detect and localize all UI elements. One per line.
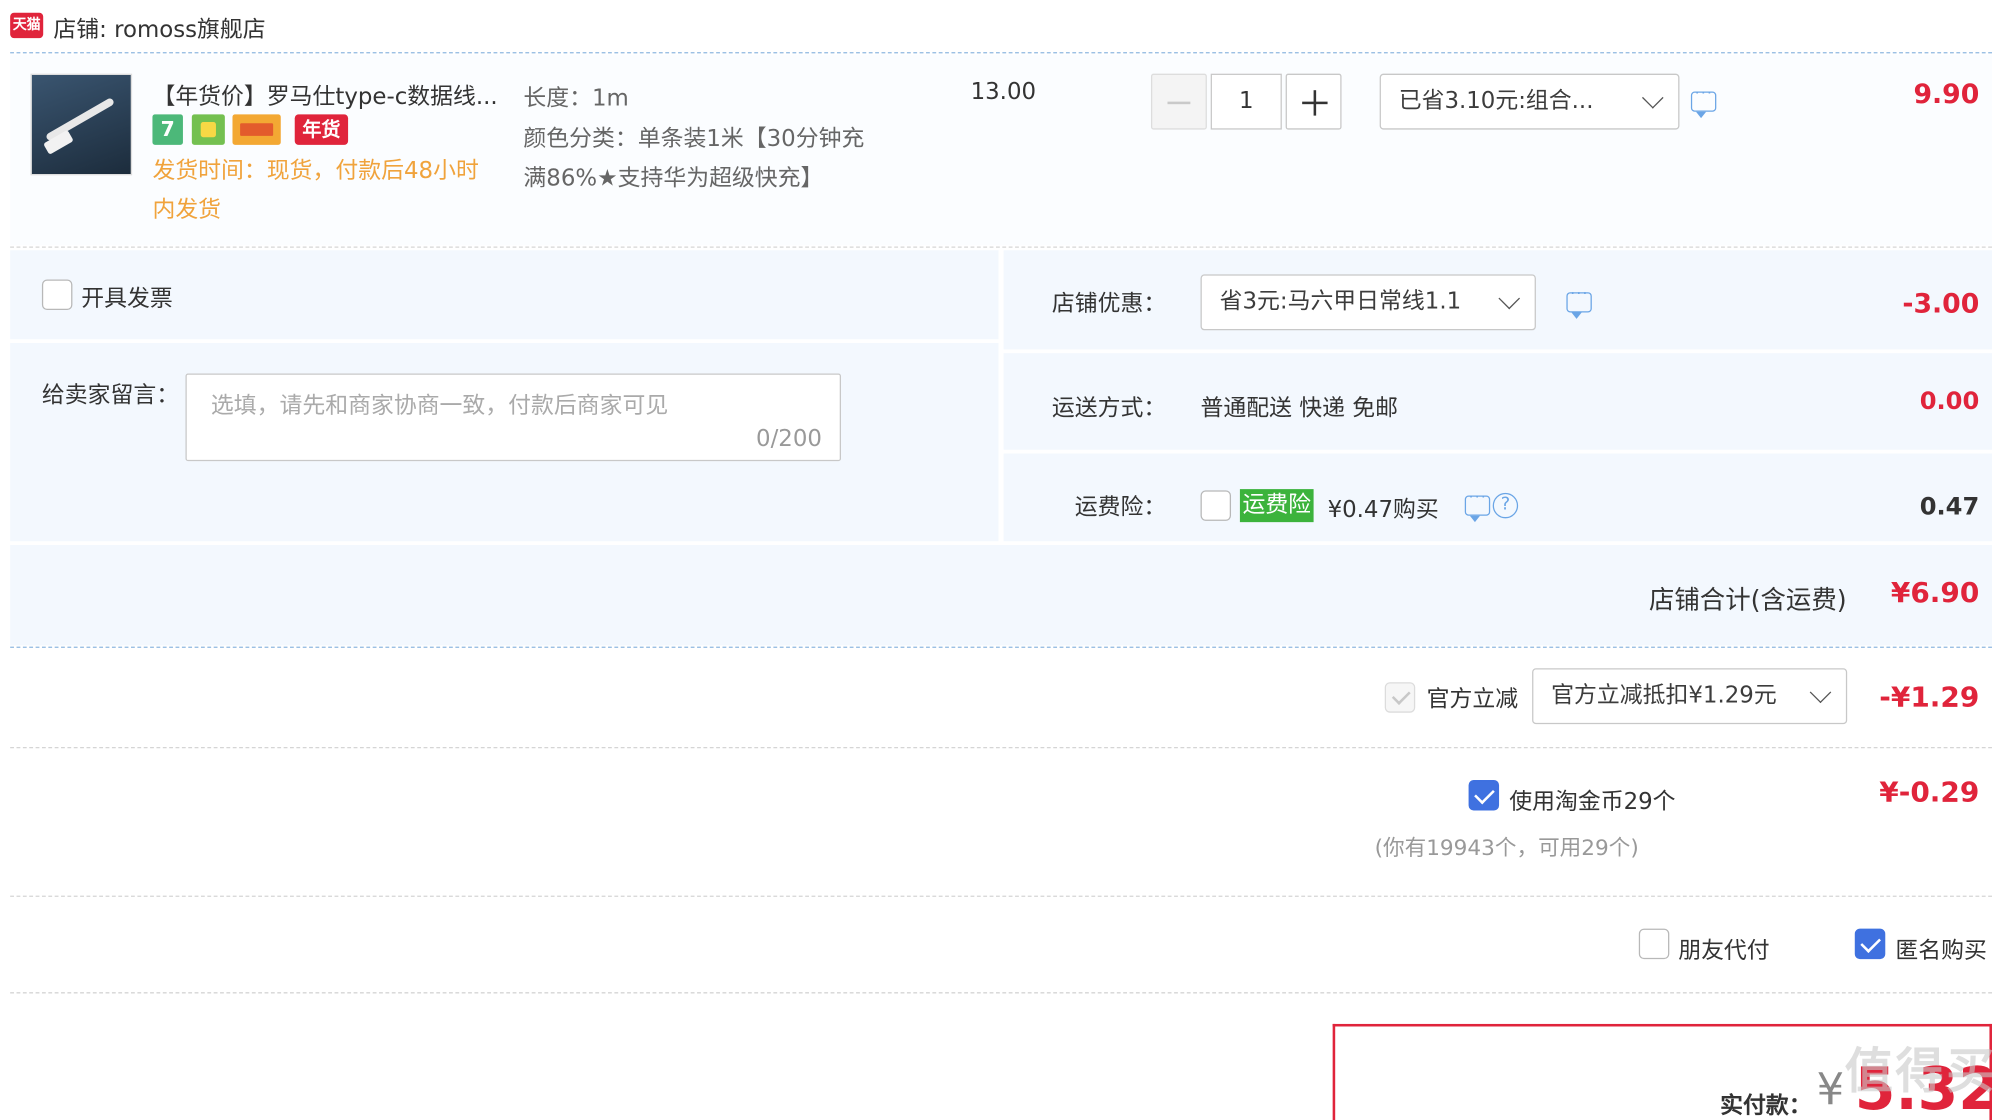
coins-divider <box>10 895 1992 897</box>
use-coins-label: 使用淘金币29个 <box>1509 788 1676 816</box>
item-discount-message-icon[interactable] <box>1690 84 1717 119</box>
tmall-badge-icon: 天猫 <box>10 12 44 39</box>
invoice-label: 开具发票 <box>81 285 173 313</box>
ship-time-line2: 内发货 <box>152 196 222 224</box>
anonymous-buy-label: 匿名购买 <box>1895 937 1987 965</box>
product-thumbnail[interactable] <box>30 73 133 176</box>
shipping-label: 运送方式： <box>1051 395 1167 422</box>
order-confirm-page: 天猫 店铺: romoss旗舰店 【年货价】罗马仕type-c数据线... 7 … <box>0 0 1992 1120</box>
shop-discount-label: 店铺优惠： <box>1051 290 1167 318</box>
insurance-price: ¥0.47购买 <box>1327 496 1439 524</box>
minus-icon <box>1167 101 1191 105</box>
chevron-down-icon <box>1809 681 1832 704</box>
official-discount-label: 官方立减 <box>1426 686 1519 713</box>
tag-shopping-bag-icon <box>191 114 225 145</box>
official-divider <box>10 746 1992 749</box>
message-counter: 0/200 <box>756 425 822 453</box>
chevron-down-icon <box>1498 287 1521 310</box>
spec-color: 颜色分类：单条装1米【30分钟充 <box>523 125 865 153</box>
friend-pay-label: 朋友代付 <box>1678 937 1770 965</box>
pay-currency: ¥ <box>1816 1064 1845 1116</box>
quantity-input[interactable]: 1 <box>1210 73 1282 130</box>
quantity-increase-button[interactable] <box>1285 73 1342 130</box>
options-divider <box>10 992 1992 994</box>
coins-amount: ¥-0.29 <box>1879 777 1980 810</box>
help-question-icon[interactable]: ? <box>1492 492 1519 519</box>
insurance-message-icon[interactable] <box>1464 488 1491 523</box>
spec-length: 长度：1m <box>523 85 629 112</box>
message-label: 给卖家留言： <box>41 382 180 410</box>
tag-new-year: 年货 <box>294 114 349 145</box>
official-discount-select[interactable]: 官方立减抵扣¥1.29元 <box>1532 668 1848 725</box>
shop-discount-amount: -3.00 <box>1902 288 1980 319</box>
shop-total-amount: ¥6.90 <box>1890 578 1980 610</box>
watermark: 值得买 <box>1844 1042 1992 1099</box>
anonymous-buy-checkbox[interactable] <box>1854 928 1886 960</box>
official-discount-checkbox[interactable] <box>1384 682 1416 713</box>
shop-header-divider <box>10 52 1992 54</box>
shop-total-divider <box>10 646 1992 648</box>
insurance-tag: 运费险 <box>1239 489 1314 523</box>
pay-label: 实付款： <box>1720 1092 1812 1120</box>
ship-time: 发货时间：现货，付款后48小时 <box>152 157 479 185</box>
official-discount-amount: -¥1.29 <box>1879 682 1980 714</box>
spec-color-line2: 满86%★支持华为超级快充】 <box>523 165 824 192</box>
invoice-checkbox[interactable] <box>41 279 73 310</box>
chevron-down-icon <box>1642 87 1664 109</box>
quantity-decrease-button[interactable] <box>1150 73 1207 130</box>
shop-name[interactable]: 店铺: romoss旗舰店 <box>53 11 265 44</box>
unit-price: 13.00 <box>970 78 1037 106</box>
shipping-amount: 0.00 <box>1919 387 1980 416</box>
shipping-method: 普通配送 快递 免邮 <box>1200 395 1399 422</box>
tag-card-icon <box>232 114 281 145</box>
item-discount-select[interactable]: 已省3.10元:组合... <box>1379 73 1680 130</box>
message-textarea[interactable]: 选填，请先和商家协商一致，付款后商家可见 0/200 <box>185 373 842 462</box>
item-subtotal: 9.90 <box>1913 78 1980 110</box>
product-title[interactable]: 【年货价】罗马仕type-c数据线... <box>152 79 497 112</box>
shop-discount-select[interactable]: 省3元:马六甲日常线1.1 <box>1200 274 1536 331</box>
message-placeholder: 选填，请先和商家协商一致，付款后商家可见 <box>210 392 669 420</box>
insurance-label: 运费险： <box>1074 494 1167 521</box>
insurance-amount: 0.47 <box>1919 492 1980 521</box>
item-divider <box>10 246 1992 248</box>
friend-pay-checkbox[interactable] <box>1638 928 1670 960</box>
insurance-checkbox[interactable] <box>1200 490 1232 521</box>
coins-balance-note: (你有19943个，可用29个) <box>1374 835 1639 862</box>
shop-total-label: 店铺合计(含运费) <box>1648 584 1847 615</box>
tag-seven-day-icon: 7 <box>152 114 183 145</box>
shop-discount-message-icon[interactable] <box>1566 285 1592 319</box>
use-coins-checkbox[interactable] <box>1468 780 1500 811</box>
